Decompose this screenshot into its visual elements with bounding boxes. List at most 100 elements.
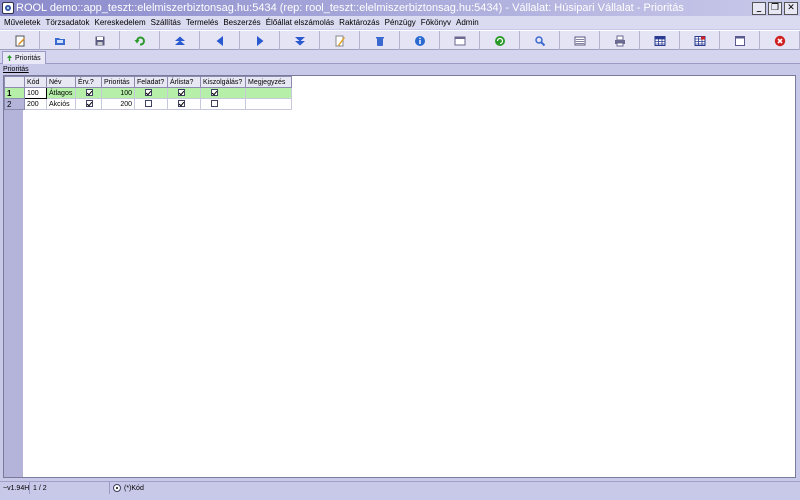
tab-prioritas[interactable]: Prioritás <box>2 51 46 64</box>
col-header-feladat[interactable]: Feladat? <box>134 76 168 88</box>
table-edit-button[interactable] <box>680 31 720 50</box>
search-icon <box>534 35 545 46</box>
pencil-button[interactable] <box>320 31 360 50</box>
table-row[interactable]: 1 100 Átlagos 100 <box>4 87 292 99</box>
previous-record-button[interactable] <box>200 31 240 50</box>
previous-record-icon <box>216 35 223 46</box>
window-title: ROOL demo::app_teszt::elelmiszerbiztonsa… <box>16 2 684 14</box>
menu-kereskedelem[interactable]: Kereskedelem <box>95 18 146 27</box>
cell-prioritas[interactable]: 200 <box>101 98 135 110</box>
col-header-kiszolgalas[interactable]: Kiszolgálás? <box>200 76 246 88</box>
arlista-checkbox[interactable] <box>178 89 185 97</box>
row-number[interactable]: 1 <box>4 87 25 99</box>
col-header-megjegyzes[interactable]: Megjegyzés <box>245 76 292 88</box>
table-view-button[interactable] <box>640 31 680 50</box>
pencil-icon <box>335 35 345 46</box>
restore-button[interactable]: ❐ <box>768 1 782 15</box>
erv-checkbox[interactable] <box>86 100 93 108</box>
corner-header <box>4 76 25 88</box>
undo-icon <box>134 36 145 45</box>
cell-kod[interactable]: 100 <box>24 87 47 99</box>
menu-beszerzes[interactable]: Beszerzés <box>223 18 260 27</box>
cell-nev[interactable]: Átlagos <box>46 87 76 99</box>
tree-icon <box>7 55 12 61</box>
col-header-prioritas[interactable]: Prioritás <box>101 76 135 88</box>
list-view-button[interactable] <box>560 31 600 50</box>
cell-feladat[interactable] <box>134 98 168 110</box>
row-number[interactable]: 2 <box>4 98 25 110</box>
cell-prioritas[interactable]: 100 <box>101 87 135 99</box>
menu-torzsadatok[interactable]: Törzsadatok <box>45 18 89 27</box>
cell-megjegyzes[interactable] <box>245 98 292 110</box>
cell-kiszolgalas[interactable] <box>200 98 246 110</box>
menu-eloallat-elszamolas[interactable]: Élőállat elszámolás <box>266 18 334 27</box>
data-grid: Kód Név Érv.? Prioritás Feladat? Árlista… <box>4 76 292 110</box>
menu-raktarozas[interactable]: Raktározás <box>339 18 379 27</box>
menu-fokonyv[interactable]: Főkönyv <box>421 18 451 27</box>
window-icon <box>734 35 745 46</box>
toolbar <box>0 30 800 50</box>
col-header-erv[interactable]: Érv.? <box>75 76 102 88</box>
cell-kod[interactable]: 200 <box>24 98 47 110</box>
last-record-button[interactable] <box>280 31 320 50</box>
close-window-button[interactable]: ✕ <box>784 1 798 15</box>
section-label: Prioritás <box>3 66 29 73</box>
first-record-button[interactable] <box>160 31 200 50</box>
search-button[interactable] <box>520 31 560 50</box>
save-disk-button[interactable] <box>80 31 120 50</box>
cell-arlista[interactable] <box>167 98 201 110</box>
save-disk-icon <box>95 36 104 45</box>
cell-nev[interactable]: Akciós <box>46 98 76 110</box>
table-edit-icon <box>694 35 705 46</box>
minimize-button[interactable]: _ <box>752 1 766 15</box>
refresh-button[interactable] <box>480 31 520 50</box>
open-folder-icon <box>54 37 65 45</box>
edit-doc-button[interactable] <box>0 31 40 50</box>
kiszolgalas-checkbox[interactable] <box>211 89 218 97</box>
print-button[interactable] <box>600 31 640 50</box>
cell-arlista[interactable] <box>167 87 201 99</box>
table-row[interactable]: 2 200 Akciós 200 <box>4 98 292 110</box>
close-circle-button[interactable] <box>760 31 800 50</box>
grid-panel: Kód Név Érv.? Prioritás Feladat? Árlista… <box>3 75 796 478</box>
next-record-icon <box>256 35 263 46</box>
info-icon <box>414 35 425 46</box>
cell-feladat[interactable] <box>134 87 168 99</box>
list-view-icon <box>574 36 585 45</box>
next-record-button[interactable] <box>240 31 280 50</box>
info-button[interactable] <box>400 31 440 50</box>
window-button[interactable] <box>720 31 760 50</box>
cell-erv[interactable] <box>75 87 102 99</box>
sort-radio[interactable] <box>113 484 121 492</box>
erv-checkbox[interactable] <box>86 89 93 97</box>
feladat-checkbox[interactable] <box>145 89 152 97</box>
tab-label: Prioritás <box>15 54 41 62</box>
status-bar: ~v1.94H 1 / 2 (*)Kód <box>0 481 800 494</box>
sort-selector[interactable]: (*)Kód <box>110 482 800 494</box>
menu-penzugy[interactable]: Pénzügy <box>385 18 416 27</box>
open-folder-button[interactable] <box>40 31 80 50</box>
form-view-button[interactable] <box>440 31 480 50</box>
menu-muveletek[interactable]: Műveletek <box>4 18 40 27</box>
cell-kiszolgalas[interactable] <box>200 87 246 99</box>
arlista-checkbox[interactable] <box>178 100 185 108</box>
print-icon <box>614 35 625 46</box>
col-header-kod[interactable]: Kód <box>24 76 47 88</box>
feladat-checkbox[interactable] <box>145 100 152 108</box>
tab-strip: Prioritás <box>0 50 800 64</box>
menu-termeles[interactable]: Termelés <box>186 18 218 27</box>
refresh-icon <box>494 35 505 46</box>
menu-szallitas[interactable]: Szállítás <box>151 18 181 27</box>
col-header-nev[interactable]: Név <box>46 76 76 88</box>
kiszolgalas-checkbox[interactable] <box>211 100 218 108</box>
menu-admin[interactable]: Admin <box>456 18 479 27</box>
cell-megjegyzes[interactable] <box>245 87 292 99</box>
col-header-arlista[interactable]: Árlista? <box>167 76 201 88</box>
table-view-icon <box>654 35 665 46</box>
sort-label: (*)Kód <box>124 484 144 492</box>
delete-bin-button[interactable] <box>360 31 400 50</box>
undo-button[interactable] <box>120 31 160 50</box>
app-icon <box>2 2 14 14</box>
first-record-icon <box>174 36 185 45</box>
cell-erv[interactable] <box>75 98 102 110</box>
